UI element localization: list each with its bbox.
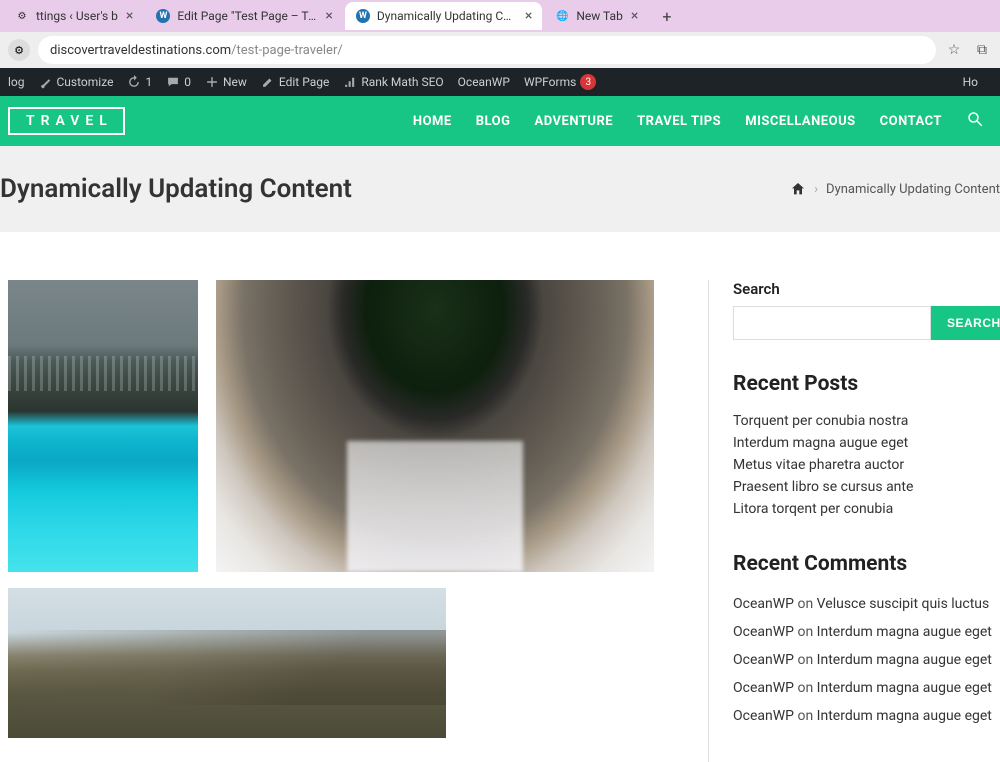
list-item[interactable]: Praesent libro se cursus ante [733, 476, 1000, 498]
brush-icon [39, 75, 53, 89]
admin-new[interactable]: New [205, 75, 247, 89]
address-bar: ⚙ discovertraveldestinations.com/test-pa… [0, 32, 1000, 68]
url-host: discovertraveldestinations.com [50, 43, 231, 58]
extensions-icon[interactable]: ⧉ [972, 42, 992, 58]
search-input[interactable] [733, 306, 931, 340]
url-path: /test-page-traveler/ [231, 43, 343, 58]
plus-icon [205, 75, 219, 89]
list-item[interactable]: OceanWP on Interdum magna augue eget [733, 674, 1000, 702]
wordpress-icon: W [155, 8, 171, 24]
list-item[interactable]: OceanWP on Interdum magna augue eget [733, 702, 1000, 730]
new-tab-button[interactable]: + [656, 7, 677, 26]
close-icon[interactable]: × [126, 8, 133, 24]
gallery-image[interactable] [8, 280, 198, 572]
close-icon[interactable]: × [325, 8, 332, 24]
list-item[interactable]: Metus vitae pharetra auctor [733, 454, 1000, 476]
nav-home[interactable]: HOME [413, 114, 452, 129]
list-item[interactable]: Interdum magna augue eget [733, 432, 1000, 454]
gallery-image[interactable] [216, 280, 654, 572]
recent-comments-widget: Recent Comments OceanWP on Velusce susci… [733, 552, 1000, 730]
url-input[interactable]: discovertraveldestinations.com/test-page… [38, 36, 936, 64]
admin-customize[interactable]: Customize [39, 75, 114, 89]
list-item[interactable]: OceanWP on Interdum magna augue eget [733, 618, 1000, 646]
site-logo[interactable]: TRAVEL [8, 107, 125, 135]
page-header: Dynamically Updating Content › Dynamical… [0, 146, 1000, 232]
browser-tab[interactable]: W Edit Page "Test Page – Travel × [145, 2, 342, 30]
admin-comments[interactable]: 0 [166, 75, 191, 89]
wp-admin-bar: log Customize 1 0 New Edit Page Rank Mat… [0, 68, 1000, 96]
admin-howdy[interactable]: Ho [963, 75, 978, 89]
page-content: Search SEARCH Recent Posts Torquent per … [0, 232, 1000, 762]
nav-misc[interactable]: MISCELLANEOUS [745, 114, 855, 129]
site-settings-icon[interactable]: ⚙ [8, 39, 30, 61]
nav-travel-tips[interactable]: TRAVEL TIPS [637, 114, 721, 129]
tab-title: ttings ‹ User's b [36, 9, 118, 23]
browser-tab[interactable]: 🌐 New Tab × [544, 2, 648, 30]
tab-title: New Tab [576, 9, 622, 23]
recent-comments-title: Recent Comments [733, 552, 1000, 576]
list-item[interactable]: Litora torqent per conubia [733, 498, 1000, 520]
globe-icon: 🌐 [554, 8, 570, 24]
list-item[interactable]: Torquent per conubia nostra [733, 410, 1000, 432]
search-widget: Search SEARCH [733, 280, 1000, 340]
admin-updates[interactable]: 1 [127, 75, 152, 89]
sidebar: Search SEARCH Recent Posts Torquent per … [708, 280, 1000, 762]
bookmark-icon[interactable]: ☆ [944, 42, 964, 58]
browser-tab-strip: ⚙ ttings ‹ User's b × W Edit Page "Test … [0, 0, 1000, 32]
nav-blog[interactable]: BLOG [476, 114, 511, 129]
recent-posts-title: Recent Posts [733, 372, 1000, 396]
tab-title: Dynamically Updating Content [377, 9, 517, 23]
gallery-image[interactable] [8, 588, 446, 738]
admin-rankmath[interactable]: Rank Math SEO [343, 75, 443, 89]
comment-icon [166, 75, 180, 89]
main-column [8, 280, 668, 762]
search-icon[interactable] [966, 110, 984, 132]
site-nav: TRAVEL HOME BLOG ADVENTURE TRAVEL TIPS M… [0, 96, 1000, 146]
gallery-row [8, 280, 668, 572]
browser-tab[interactable]: ⚙ ttings ‹ User's b × [4, 2, 143, 30]
home-icon[interactable] [790, 181, 806, 197]
admin-blog-link[interactable]: log [8, 75, 25, 89]
list-item[interactable]: OceanWP on Interdum magna augue eget [733, 646, 1000, 674]
notification-badge: 3 [580, 74, 596, 90]
page-title: Dynamically Updating Content [0, 174, 352, 204]
nav-contact[interactable]: CONTACT [880, 114, 942, 129]
gear-icon: ⚙ [14, 8, 30, 24]
breadcrumb-current: Dynamically Updating Content [826, 182, 1000, 197]
recent-posts-list: Torquent per conubia nostra Interdum mag… [733, 410, 1000, 520]
recent-posts-widget: Recent Posts Torquent per conubia nostra… [733, 372, 1000, 520]
search-button[interactable]: SEARCH [931, 306, 1000, 340]
pencil-icon [261, 75, 275, 89]
wordpress-icon: W [355, 8, 371, 24]
recent-comments-list: OceanWP on Velusce suscipit quis luctus … [733, 590, 1000, 730]
admin-wpforms[interactable]: WPForms 3 [524, 74, 596, 90]
search-label: Search [733, 280, 1000, 298]
refresh-icon [127, 75, 141, 89]
nav-links: HOME BLOG ADVENTURE TRAVEL TIPS MISCELLA… [413, 110, 984, 132]
admin-oceanwp[interactable]: OceanWP [458, 75, 510, 89]
tab-title: Edit Page "Test Page – Travel [177, 9, 317, 23]
admin-edit-page[interactable]: Edit Page [261, 75, 329, 89]
browser-tab-active[interactable]: W Dynamically Updating Content × [345, 2, 542, 30]
chart-icon [343, 75, 357, 89]
breadcrumb: › Dynamically Updating Content [790, 181, 1000, 197]
close-icon[interactable]: × [631, 8, 638, 24]
chevron-right-icon: › [814, 182, 818, 197]
nav-adventure[interactable]: ADVENTURE [535, 114, 614, 129]
list-item[interactable]: OceanWP on Velusce suscipit quis luctus [733, 590, 1000, 618]
close-icon[interactable]: × [525, 8, 532, 24]
